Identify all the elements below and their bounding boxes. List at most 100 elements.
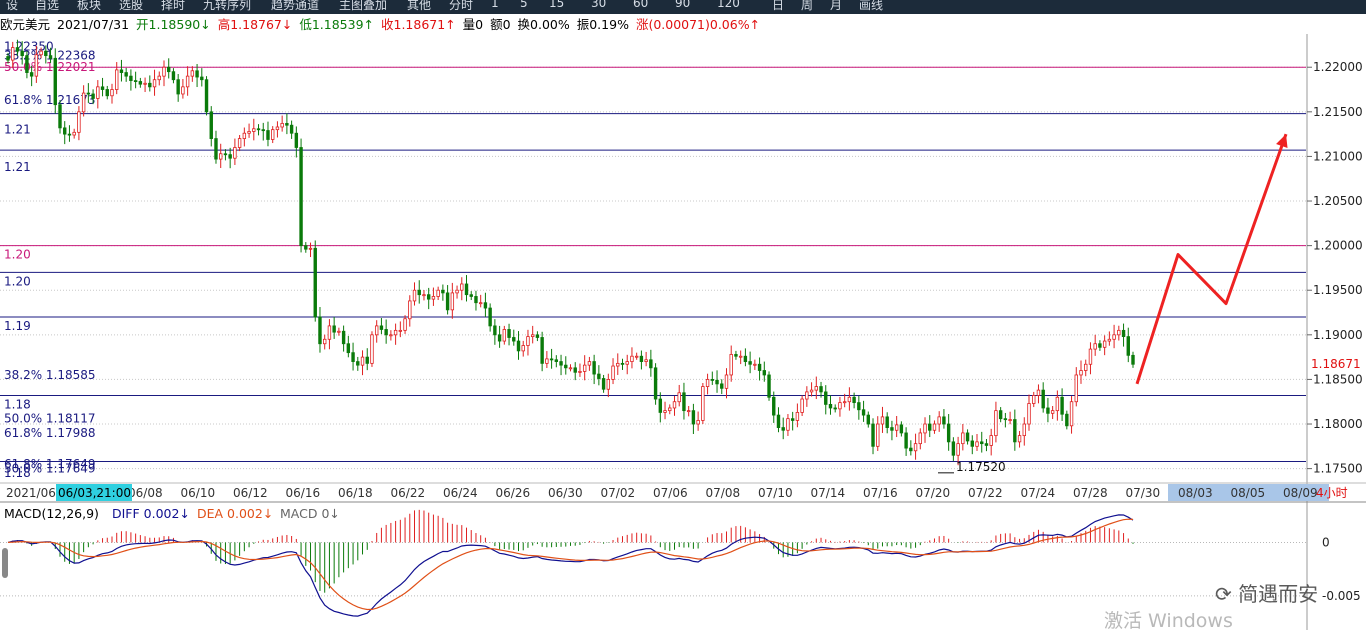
candle-body (762, 370, 767, 376)
candle-body (337, 330, 341, 333)
candle-body (455, 289, 459, 294)
candle-body (521, 345, 525, 352)
candle-body (644, 359, 648, 362)
candle-body (838, 402, 842, 410)
candle-body (946, 423, 951, 443)
candle-body (323, 338, 327, 345)
candle-body (1093, 343, 1097, 350)
candle-body (516, 340, 521, 352)
candle-body (285, 123, 289, 126)
candle-body (417, 289, 421, 296)
candle-body (195, 70, 199, 78)
candle-body (904, 432, 908, 449)
candle-body (743, 355, 748, 362)
candle-body (828, 403, 833, 409)
candle-body (431, 296, 436, 300)
date-label: 07/28 (1073, 486, 1108, 500)
candle-body (899, 424, 904, 434)
macd-diff-label: DIFF 0.002↓ (112, 506, 190, 521)
candle-body (842, 401, 847, 404)
macd-scroll-handle[interactable] (2, 548, 8, 578)
candle-body (809, 389, 814, 393)
candle-body (540, 337, 544, 364)
date-label: 08/05 (1231, 486, 1266, 500)
candle-body (351, 352, 355, 362)
date-label: 07/24 (1021, 486, 1056, 500)
candle-body (252, 128, 256, 132)
candle-body (772, 396, 776, 416)
candle-body (1069, 401, 1074, 427)
date-label: 07/06 (653, 486, 688, 500)
date-label: 06/18 (338, 486, 373, 500)
candle-body (658, 398, 663, 413)
candle-body (379, 325, 384, 330)
candle-body (426, 294, 431, 300)
candle-body (1065, 413, 1069, 427)
candle-body (620, 362, 625, 365)
candle-body (965, 432, 970, 442)
low-marker-label: 1.17520 (956, 460, 1006, 474)
candle-body (1017, 435, 1022, 443)
candle-body (998, 410, 1003, 420)
candle-body (34, 54, 39, 77)
candle-body (857, 402, 861, 411)
last-price-tag: 1.18671 (1311, 357, 1361, 371)
candle-body (275, 126, 280, 131)
date-label: 07/16 (863, 486, 898, 500)
candle-body (649, 359, 653, 369)
candle-body (554, 359, 559, 362)
price-tick-label: 1.21000 (1313, 149, 1363, 163)
candle-body (77, 111, 81, 133)
candle-body (91, 93, 95, 99)
candle-body (1055, 396, 1060, 412)
candle-body (918, 432, 922, 445)
candle-body (360, 356, 365, 366)
candle-body (441, 289, 445, 294)
candle-body (493, 325, 497, 336)
candle-body (502, 329, 507, 342)
candle-body (653, 367, 658, 400)
candle-body (781, 427, 785, 431)
candle-body (710, 379, 715, 381)
date-label: 07/14 (811, 486, 846, 500)
candle-body (980, 441, 984, 445)
windows-watermark: 激活 Windows (1104, 610, 1233, 632)
candle-body (1050, 410, 1055, 414)
macd-dea-label: DEA 0.002↓ (197, 506, 273, 521)
candle-body (724, 374, 729, 389)
level-label: 1.21 (4, 123, 31, 137)
candle-body (573, 367, 577, 373)
candle-body (204, 79, 209, 113)
date-label: 06/16 (286, 486, 321, 500)
candle-body (1074, 374, 1078, 403)
date-label: 06/30 (548, 486, 583, 500)
candlestick-chart[interactable]: 1.220001.215001.210001.205001.200001.195… (0, 0, 1366, 630)
macd-diff-line (7, 514, 1134, 617)
candle-body (20, 50, 24, 57)
projection-arrow (1135, 133, 1288, 385)
candle-body (1098, 343, 1102, 348)
fib-label: 38.2% 1.18585 (4, 368, 96, 382)
candle-body (318, 316, 322, 345)
candle-body (800, 398, 804, 413)
candle-body (876, 423, 880, 447)
candle-body (1022, 423, 1026, 437)
candle-body (819, 386, 823, 393)
candle-body (663, 410, 667, 413)
candle-body (1121, 329, 1126, 338)
candle-body (951, 441, 956, 456)
candle-body (1013, 419, 1017, 443)
date-label: 06/12 (233, 486, 268, 500)
candle-body (72, 131, 76, 136)
candle-body (682, 392, 686, 412)
candle-body (814, 386, 818, 391)
candle-body (308, 247, 313, 250)
candle-body (705, 379, 710, 387)
candle-body (606, 379, 611, 390)
candle-body (890, 427, 894, 431)
candle-body (105, 89, 109, 97)
candle-body (474, 296, 478, 304)
candle-body (1107, 338, 1112, 342)
candle-body (256, 128, 261, 131)
candle-body (96, 86, 100, 99)
